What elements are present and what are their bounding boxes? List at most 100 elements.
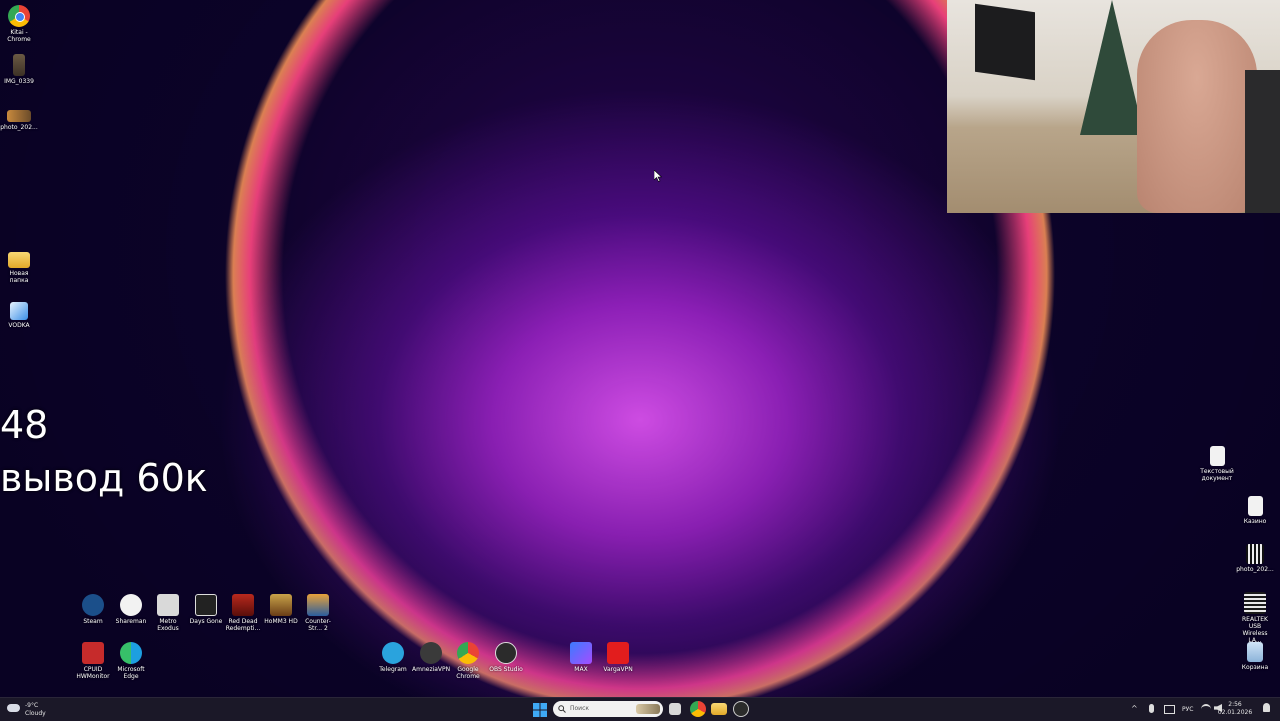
desktop-icon-label: Новая папка: [9, 270, 29, 284]
desktop-icon-label: Текстовый документ: [1200, 468, 1234, 482]
desktop-icon-counter-strike[interactable]: Counter-Str... 2: [299, 594, 337, 632]
vargavpn-icon: [607, 642, 629, 664]
desktop-icon-google-chrome[interactable]: Google Chrome: [449, 642, 487, 680]
desktop-icon-realtek[interactable]: REALTEK USB Wireless LA...: [1236, 592, 1274, 644]
weather-widget[interactable]: -9°C Cloudy: [7, 701, 52, 718]
red-dead-icon: [232, 594, 254, 616]
desktop-icon-metro-exodus[interactable]: Metro Exodus: [149, 594, 187, 632]
telegram-icon: [382, 642, 404, 664]
search-icon: [558, 705, 566, 713]
desktop-icon-img-0339[interactable]: IMG_0339: [0, 54, 38, 85]
desktop-icon-chrome-shortcut[interactable]: Kitai - Chrome: [0, 5, 38, 43]
search-highlight-icon: [636, 704, 660, 714]
language-indicator[interactable]: РУС: [1182, 706, 1193, 713]
shareman-icon: [120, 594, 142, 616]
desktop-icon-label: MAX: [574, 666, 588, 673]
desktop-icon-shareman[interactable]: Shareman: [112, 594, 150, 625]
desktop-icon-label: OBS Studio: [489, 666, 523, 673]
taskbar-search[interactable]: Поиск: [553, 701, 663, 717]
desktop-icon-telegram[interactable]: Telegram: [374, 642, 412, 673]
desktop-icon-red-dead[interactable]: Red Dead Redempti...: [224, 594, 262, 632]
desktop-icon-label: Telegram: [379, 666, 407, 673]
desktop-icon-amneziavpn[interactable]: AmneziaVPN: [412, 642, 450, 673]
desktop-icon-label: Google Chrome: [456, 666, 480, 680]
file-explorer-icon[interactable]: [711, 703, 727, 715]
text-file-icon: [1247, 496, 1263, 516]
desktop-icon-label: VargaVPN: [603, 666, 633, 673]
task-view-icon[interactable]: [669, 703, 681, 715]
desktop-icon-label: Steam: [83, 618, 103, 625]
desktop-icon-label: Counter-Str... 2: [305, 618, 331, 632]
text-file-icon: [1209, 446, 1225, 466]
homm3-icon: [270, 594, 292, 616]
obs-icon: [495, 642, 517, 664]
qr-image-icon: [1244, 592, 1266, 614]
stream-overlay-withdraw: вывод 60к: [0, 456, 208, 500]
desktop-icon-label: photo_202...: [1236, 566, 1274, 573]
obs-icon[interactable]: [733, 701, 749, 717]
show-hidden-icons-button[interactable]: ^: [1131, 704, 1138, 713]
desktop-icon-photo-left[interactable]: photo_202...: [0, 110, 38, 131]
taskbar: -9°C Cloudy Поиск ^ РУС 2:56 02.01.2026: [0, 697, 1280, 721]
webcam-feed: [947, 0, 1280, 213]
desktop-icon-label: Казино: [1243, 518, 1267, 525]
mouse-cursor-icon: [654, 170, 662, 182]
webcam-tree: [1080, 0, 1144, 135]
desktop-icon-label: REALTEK USB Wireless LA...: [1242, 616, 1268, 644]
webcam-tv: [975, 3, 1035, 81]
desktop-icon-vodka[interactable]: VODKA: [0, 302, 38, 329]
desktop-icon-label: AmneziaVPN: [412, 666, 451, 673]
microphone-icon[interactable]: [1149, 704, 1154, 713]
stream-overlay-counter: 48: [0, 403, 49, 447]
desktop-icon-hwmonitor[interactable]: CPUID HWMonitor: [74, 642, 112, 680]
hwmonitor-icon: [82, 642, 104, 664]
search-placeholder: Поиск: [570, 705, 590, 712]
desktop-icon-label: Days Gone: [189, 618, 223, 625]
desktop-icon-label: Kitai - Chrome: [7, 29, 31, 43]
desktop-icon-casino[interactable]: Казино: [1236, 496, 1274, 525]
weather-desc: Cloudy: [25, 710, 46, 717]
app-icon: [10, 302, 28, 320]
keyboard-icon[interactable]: [1164, 705, 1175, 714]
webcam-person: [1137, 20, 1257, 213]
desktop-icon-label: Red Dead Redempti...: [225, 618, 261, 632]
desktop-icon-label: IMG_0339: [4, 78, 34, 85]
webcam-chair: [1245, 70, 1280, 213]
chrome-icon: [457, 642, 479, 664]
amneziavpn-icon: [420, 642, 442, 664]
start-button[interactable]: [533, 702, 547, 717]
counter-strike-icon: [307, 594, 329, 616]
weather-temp: -9°C: [25, 702, 39, 709]
desktop-icon-steam[interactable]: Steam: [74, 594, 112, 625]
desktop-icon-label: Корзина: [1241, 664, 1269, 671]
desktop-icon-recycle-bin[interactable]: Корзина: [1236, 642, 1274, 671]
steam-icon: [82, 594, 104, 616]
desktop-icon-days-gone[interactable]: Days Gone: [187, 594, 225, 625]
desktop-icon-label: photo_202...: [0, 124, 38, 131]
windows-logo-icon: [533, 703, 547, 717]
desktop-icon-max[interactable]: MAX: [562, 642, 600, 673]
desktop-icon-homm3[interactable]: HoMM3 HD: [262, 594, 300, 625]
folder-icon: [8, 252, 30, 268]
desktop-icon-label: Shareman: [115, 618, 147, 625]
chrome-icon[interactable]: [690, 701, 706, 717]
wifi-icon[interactable]: [1201, 704, 1211, 714]
desktop-icon-obs[interactable]: OBS Studio: [487, 642, 525, 673]
desktop-icon-new-folder[interactable]: Новая папка: [0, 252, 38, 284]
desktop-icon-label: CPUID HWMonitor: [76, 666, 110, 680]
desktop-icon-edge[interactable]: Microsoft Edge: [112, 642, 150, 680]
desktop-icon-vargavpn[interactable]: VargaVPN: [599, 642, 637, 673]
desktop-icon-label: HoMM3 HD: [264, 618, 298, 625]
recycle-bin-icon: [1247, 642, 1263, 662]
desktop-icon-photo-right[interactable]: photo_202...: [1236, 544, 1274, 573]
clock-date[interactable]: 02.01.2026: [1216, 709, 1254, 716]
desktop-icon-text-document[interactable]: Текстовый документ: [1198, 446, 1236, 482]
chrome-icon: [8, 5, 30, 27]
days-gone-icon: [195, 594, 217, 616]
desktop-icon-label: Metro Exodus: [157, 618, 179, 632]
clock-time[interactable]: 2:56: [1220, 701, 1250, 708]
desktop-icon-label: Microsoft Edge: [117, 666, 145, 680]
notification-bell-icon[interactable]: [1263, 703, 1270, 712]
cloud-icon: [7, 704, 20, 712]
desktop-icon-label: VODKA: [8, 322, 30, 329]
